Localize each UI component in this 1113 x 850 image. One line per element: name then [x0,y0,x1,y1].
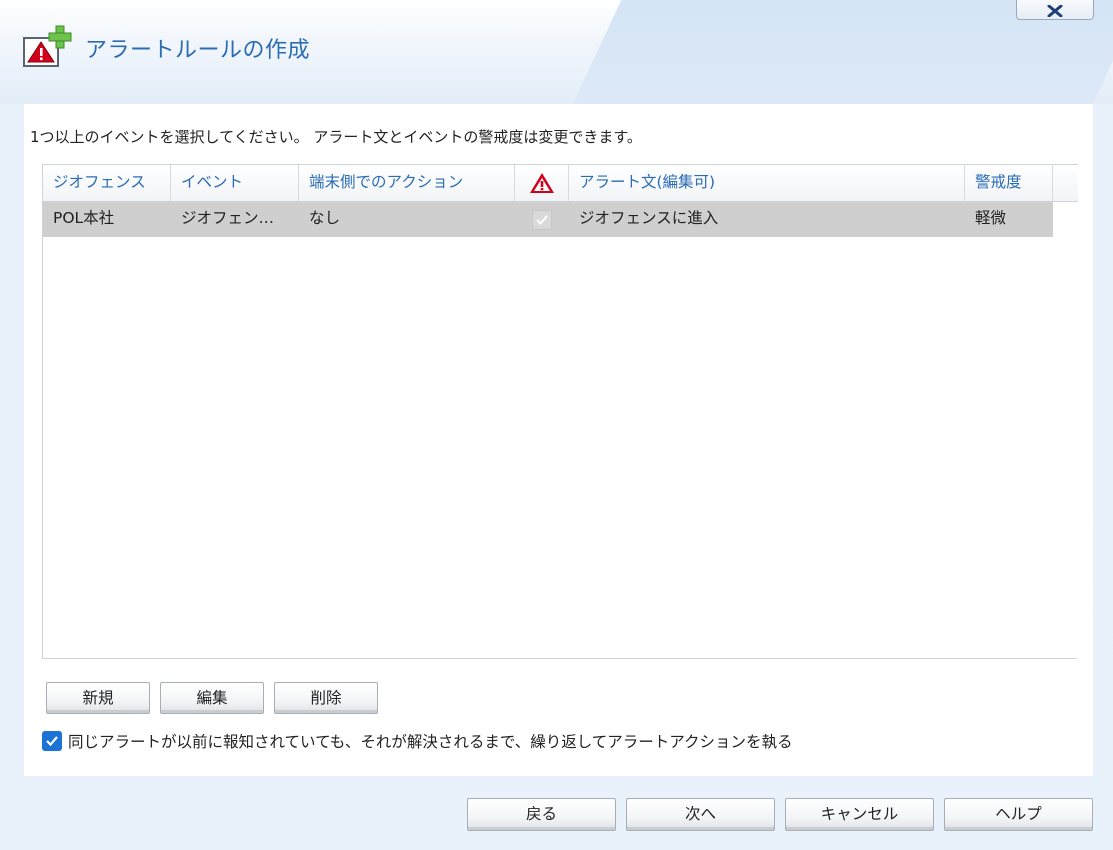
warning-triangle-icon [529,173,554,193]
cell-alert-text[interactable]: ジオフェンスに進入 [569,202,965,237]
back-button[interactable]: 戻る [467,798,616,831]
column-header-alert[interactable] [515,165,569,201]
close-icon [1047,4,1063,17]
cell-alert [515,202,569,237]
instruction-text: 1つ以上のイベントを選択してください。 アラート文とイベントの警戒度は変更できま… [30,128,642,146]
cell-device-action: なし [309,209,341,227]
edit-button[interactable]: 編集 [160,682,264,714]
table-row[interactable]: POL本社 ジオフェン… なし ジオフェンスに進入 軽微 [43,202,1053,237]
cancel-button[interactable]: キャンセル [785,798,934,831]
create-alert-rule-icon [22,24,74,70]
help-button[interactable]: ヘルプ [944,798,1093,831]
close-button[interactable] [1016,0,1094,20]
dialog-title: アラートルールの作成 [85,38,311,63]
table-header: ジオフェンス イベント 端末側でのアクション アラート文(編集可) 警戒度 [43,164,1078,202]
cell-event: ジオフェン… [181,209,275,227]
column-header-alert-text[interactable]: アラート文(編集可) [569,165,965,201]
content-panel: 1つ以上のイベントを選択してください。 アラート文とイベントの警戒度は変更できま… [24,104,1093,776]
checkmark-icon [46,736,58,747]
alert-checkbox [532,209,552,230]
delete-button[interactable]: 削除 [274,682,378,714]
cell-severity[interactable]: 軽微 [965,202,1053,237]
column-header-device-action[interactable]: 端末側でのアクション [299,165,515,201]
checkmark-icon [536,214,548,225]
repeat-alert-label[interactable]: 同じアラートが以前に報知されていても、それが解決されるまで、繰り返してアラートア… [68,730,792,752]
repeat-alert-option: 同じアラートが以前に報知されていても、それが解決されるまで、繰り返してアラートア… [42,730,792,752]
column-header-event[interactable]: イベント [171,165,299,201]
next-button[interactable]: 次へ [626,798,775,831]
new-button[interactable]: 新規 [46,682,150,714]
column-header-geofence[interactable]: ジオフェンス [43,165,171,201]
column-header-severity[interactable]: 警戒度 [965,165,1053,201]
cell-geofence: POL本社 [53,209,115,227]
event-table: ジオフェンス イベント 端末側でのアクション アラート文(編集可) 警戒度 PO… [42,164,1078,659]
repeat-alert-checkbox[interactable] [42,731,62,751]
